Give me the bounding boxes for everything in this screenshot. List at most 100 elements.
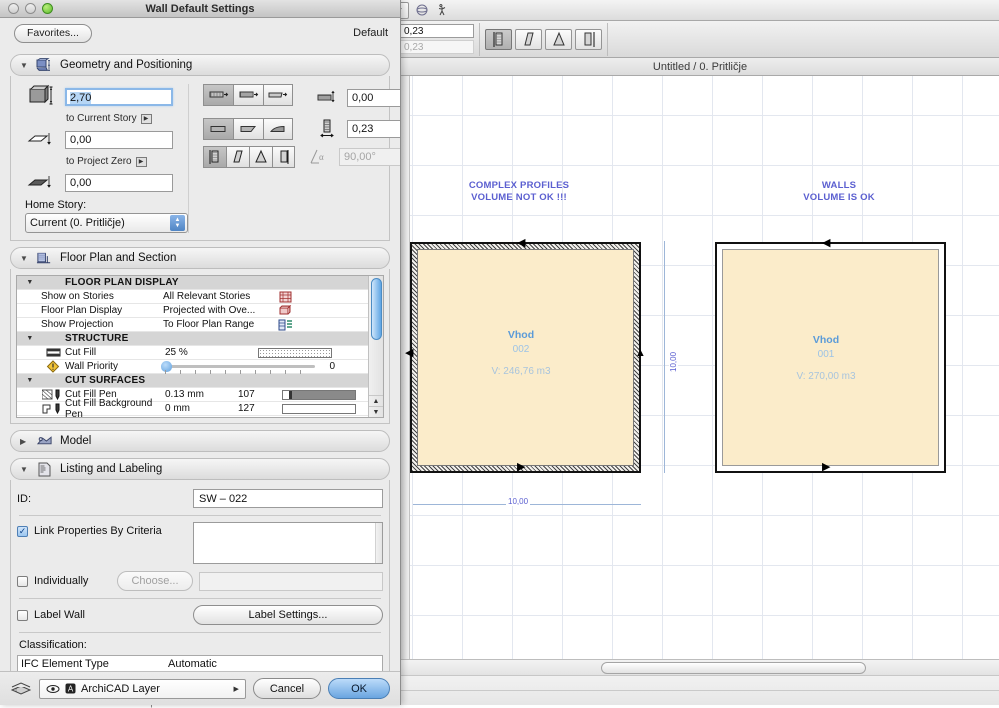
floor-plan-scroll-thumb[interactable] bbox=[371, 278, 382, 340]
section-header-model[interactable]: ▶ Model bbox=[10, 430, 390, 452]
list-item-value: 0 bbox=[315, 361, 335, 372]
link-properties-check-wrap[interactable]: ✓ Link Properties By Criteria bbox=[17, 522, 193, 537]
wall-height-value: 2,70 bbox=[70, 92, 91, 104]
list-group-header[interactable]: ▼STRUCTURE bbox=[17, 332, 368, 346]
list-item[interactable]: Show on StoriesAll Relevant Stories bbox=[17, 290, 368, 304]
wall-height-row: 2,70 bbox=[25, 84, 188, 110]
scroll-up-arrow-icon[interactable]: ▲ bbox=[369, 395, 383, 406]
cut-fill-swatch[interactable] bbox=[258, 348, 332, 358]
zoom-button-icon[interactable] bbox=[42, 3, 53, 14]
chevron-down-icon-listing[interactable]: ▼ bbox=[20, 465, 29, 474]
chevron-down-icon-group[interactable]: ▼ bbox=[19, 335, 41, 342]
inclination-complex-icon[interactable] bbox=[272, 146, 295, 168]
ref-position-full-icon[interactable] bbox=[203, 118, 233, 140]
section-header-listing[interactable]: ▼ Listing and Labeling bbox=[10, 458, 390, 480]
geometry-grid: 2,70 to Current Story ▶ 0,00 bbox=[17, 84, 383, 233]
base-elevation-input[interactable]: 0,00 bbox=[65, 131, 173, 149]
chevron-down-icon-group[interactable]: ▼ bbox=[19, 377, 41, 384]
bottom-elevation-input[interactable]: 0,00 bbox=[65, 174, 173, 192]
cut-fill-icon bbox=[41, 347, 65, 358]
floor-plan-list-scrollbar[interactable]: ▲ ▼ bbox=[368, 276, 383, 417]
default-label: Default bbox=[353, 27, 388, 39]
chevron-down-icon-geometry[interactable]: ▼ bbox=[20, 61, 29, 70]
walkthrough-icon[interactable] bbox=[433, 1, 451, 19]
stepper-arrows-icon[interactable]: ▲▼ bbox=[170, 215, 185, 231]
wall-type-double-icon[interactable] bbox=[233, 84, 263, 106]
pen-color-swatch[interactable] bbox=[282, 404, 356, 414]
projected-icon[interactable] bbox=[273, 305, 297, 317]
list-item[interactable]: Wall Priority0 bbox=[17, 360, 368, 374]
layer-dropdown[interactable]: A ArchiCAD Layer ▶ bbox=[39, 679, 246, 699]
dialog-title-bar[interactable]: Wall Default Settings bbox=[0, 0, 400, 18]
chevron-down-icon-group[interactable]: ▼ bbox=[19, 279, 41, 286]
svg-text:A: A bbox=[68, 684, 74, 693]
to-current-story-popup-icon[interactable]: ▶ bbox=[141, 114, 152, 124]
inclination-slanted-icon[interactable] bbox=[226, 146, 249, 168]
eye-icon[interactable] bbox=[46, 684, 60, 694]
criteria-textarea[interactable] bbox=[193, 522, 383, 564]
label-wall-check-wrap[interactable]: Label Wall bbox=[17, 609, 193, 621]
ref-position-angled-icon[interactable] bbox=[233, 118, 263, 140]
bgpen-icon bbox=[41, 403, 65, 415]
list-item[interactable]: Cut Fill Background Pen0 mm127 bbox=[17, 402, 368, 416]
list-item[interactable]: Floor Plan DisplayProjected with Ove... bbox=[17, 304, 368, 318]
pen-color-swatch[interactable] bbox=[282, 390, 356, 400]
minimize-button-icon[interactable] bbox=[25, 3, 36, 14]
ref-position-curved-icon[interactable] bbox=[263, 118, 293, 140]
classification-row[interactable]: IFC Element TypeAutomatic bbox=[18, 656, 382, 671]
classification-list[interactable]: IFC Element TypeAutomaticPositionUndefin… bbox=[17, 655, 383, 671]
choose-button[interactable]: Choose... bbox=[117, 571, 193, 591]
drawing-canvas[interactable]: COMPLEX PROFILES VOLUME NOT OK !!! WALLS… bbox=[401, 76, 999, 659]
top-offset-input[interactable]: 0,00 bbox=[347, 89, 400, 107]
favorites-button[interactable]: Favorites... bbox=[14, 24, 92, 43]
chevron-right-icon-layer[interactable]: ▶ bbox=[233, 685, 238, 693]
slider-track[interactable] bbox=[165, 365, 315, 368]
section-header-geometry[interactable]: ▼ Geometry and Positioning bbox=[10, 54, 390, 76]
individually-value-input[interactable] bbox=[199, 572, 383, 591]
wall-height-input[interactable]: 2,70 bbox=[65, 88, 173, 106]
label-wall-checkbox[interactable] bbox=[17, 610, 28, 621]
wall-thickness-input[interactable]: 0,23 bbox=[347, 120, 400, 138]
wall-type-straight-icon[interactable] bbox=[203, 84, 233, 106]
canvas-horizontal-scrollbar[interactable] bbox=[401, 659, 999, 675]
thickness-secondary-input[interactable]: 0,23 bbox=[400, 40, 474, 54]
scrollbar-thumb[interactable] bbox=[601, 662, 866, 674]
classification-value: Automatic bbox=[168, 658, 217, 670]
home-story-dropdown[interactable]: Current (0. Pritličje) ▲▼ bbox=[25, 213, 188, 233]
to-project-zero-popup-icon[interactable]: ▶ bbox=[136, 157, 147, 167]
chevron-right-icon-model[interactable]: ▶ bbox=[20, 437, 29, 446]
close-button-icon[interactable] bbox=[8, 3, 19, 14]
section-header-floor-plan[interactable]: ▼ Floor Plan and Section bbox=[10, 247, 390, 269]
floor-plan-settings-list[interactable]: ▼FLOOR PLAN DISPLAYShow on StoriesAll Re… bbox=[16, 275, 384, 418]
wall-priority-slider[interactable] bbox=[165, 365, 315, 368]
wall-type-button-group bbox=[203, 84, 293, 106]
annotation-complex-profiles: COMPLEX PROFILES VOLUME NOT OK !!! bbox=[429, 180, 609, 204]
link-properties-checkbox[interactable]: ✓ bbox=[17, 526, 28, 537]
list-item[interactable]: Show ProjectionTo Floor Plan Range bbox=[17, 318, 368, 332]
scroll-down-arrow-icon[interactable]: ▼ bbox=[369, 406, 383, 417]
stories-icon[interactable] bbox=[273, 291, 297, 303]
document-title: Untitled / 0. Pritličje bbox=[653, 61, 747, 73]
chevron-down-icon-floorplan[interactable]: ▼ bbox=[20, 254, 29, 263]
wall-type-trapezoid-icon[interactable] bbox=[263, 84, 293, 106]
ref-line-center-icon[interactable] bbox=[545, 29, 572, 50]
individually-checkbox[interactable] bbox=[17, 576, 28, 587]
projection-icon[interactable] bbox=[273, 319, 297, 331]
label-settings-button[interactable]: Label Settings... bbox=[193, 605, 383, 625]
cancel-button[interactable]: Cancel bbox=[253, 678, 321, 699]
criteria-scrollbar[interactable] bbox=[375, 523, 382, 563]
list-group-header[interactable]: ▼CUT SURFACES bbox=[17, 374, 368, 388]
id-input[interactable]: SW – 022 bbox=[193, 489, 383, 508]
inclination-vertical-icon[interactable] bbox=[203, 146, 226, 168]
ref-line-right-icon[interactable] bbox=[575, 29, 602, 50]
thickness-input[interactable]: 0,23 bbox=[400, 24, 474, 38]
inclination-double-slanted-icon[interactable] bbox=[249, 146, 272, 168]
ref-line-slanted-icon[interactable] bbox=[515, 29, 542, 50]
ref-line-left-icon[interactable] bbox=[485, 29, 512, 50]
list-group-header[interactable]: ▼FLOOR PLAN DISPLAY bbox=[17, 276, 368, 290]
individually-check-wrap[interactable]: Individually bbox=[17, 575, 117, 587]
ok-button[interactable]: OK bbox=[328, 678, 390, 699]
angle-input[interactable]: 90,00° bbox=[339, 148, 400, 166]
list-item[interactable]: Cut Fill25 % bbox=[17, 346, 368, 360]
orbit-icon[interactable] bbox=[413, 1, 431, 19]
